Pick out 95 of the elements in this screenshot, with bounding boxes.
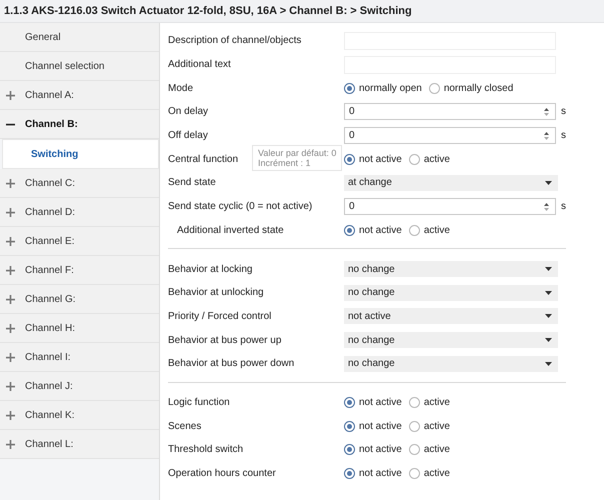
radio-option[interactable]: active xyxy=(408,396,450,408)
field-label: Threshold switch xyxy=(168,444,244,456)
expand-icon[interactable] xyxy=(6,353,15,362)
radio-option[interactable]: active xyxy=(408,444,450,456)
field-label: Send state cyclic (0 = not active) xyxy=(168,201,312,212)
radio-icon[interactable] xyxy=(408,444,420,456)
radio-option[interactable]: active xyxy=(408,224,450,236)
sidebar-item[interactable]: Channel I: xyxy=(0,343,159,372)
expand-icon[interactable] xyxy=(6,382,15,391)
radio-icon[interactable] xyxy=(408,468,420,480)
field-label: Behavior at locking xyxy=(168,264,252,275)
sidebar-item[interactable]: Channel H: xyxy=(0,314,159,343)
radio-option[interactable]: not active xyxy=(344,224,402,236)
sidebar-item[interactable]: Channel selection xyxy=(0,52,159,81)
radio-option[interactable]: not active xyxy=(344,420,402,432)
radio-option[interactable]: active xyxy=(408,468,450,480)
sidebar-item[interactable]: Channel J: xyxy=(0,372,159,401)
field-label: Off delay xyxy=(168,130,208,142)
field-label: Behavior at bus power up xyxy=(168,334,282,346)
radio-option[interactable]: normally open xyxy=(344,82,422,94)
expand-icon[interactable] xyxy=(6,266,15,275)
field-label: Behavior at bus power down xyxy=(168,358,294,370)
radio-icon[interactable] xyxy=(408,224,420,236)
spinner-icon[interactable] xyxy=(544,130,549,141)
radio-option[interactable]: not active xyxy=(344,396,402,408)
expand-icon[interactable] xyxy=(6,411,15,420)
radio-option[interactable]: active xyxy=(408,420,450,432)
field-label: Central function xyxy=(168,154,238,165)
spinner-icon[interactable] xyxy=(544,202,549,212)
caret-icon xyxy=(545,180,552,185)
radio-icon[interactable] xyxy=(344,154,355,165)
field-label: Behavior at unlocking xyxy=(168,287,264,298)
field-label: Mode xyxy=(168,82,194,94)
sidebar-item[interactable]: Channel F: xyxy=(0,256,159,285)
field-label: On delay xyxy=(168,106,208,118)
spinner-icon[interactable] xyxy=(544,106,549,117)
unit-label: s xyxy=(561,201,566,212)
sidebar-item[interactable]: General xyxy=(0,23,159,52)
number-field[interactable]: 0 xyxy=(344,198,556,216)
radio-icon[interactable] xyxy=(408,154,420,165)
field-label: Additional inverted state xyxy=(176,224,284,236)
radio-option[interactable]: active xyxy=(408,154,450,165)
field-label: Priority / Forced control xyxy=(168,310,272,322)
radio-icon[interactable] xyxy=(344,396,355,408)
sidebar-item[interactable]: Channel G: xyxy=(0,285,159,314)
dropdown[interactable]: no change xyxy=(344,284,558,301)
caret-icon xyxy=(545,362,552,366)
field-label: Additional text xyxy=(168,59,231,70)
dropdown[interactable]: no change xyxy=(344,332,558,348)
radio-icon[interactable] xyxy=(344,444,355,456)
expand-icon[interactable] xyxy=(6,324,15,333)
field-label: Send state xyxy=(168,177,216,188)
radio-icon[interactable] xyxy=(408,396,420,408)
expand-icon[interactable] xyxy=(6,208,15,217)
radio-icon[interactable] xyxy=(344,224,355,236)
sidebar-subitem[interactable]: Switching xyxy=(2,139,159,169)
sidebar-item[interactable]: Channel E: xyxy=(0,227,159,256)
field-label: Operation hours counter xyxy=(168,468,276,480)
unit-label: s xyxy=(561,106,566,118)
expand-icon[interactable] xyxy=(6,440,15,449)
radio-option[interactable]: not active xyxy=(344,154,402,165)
expand-icon[interactable] xyxy=(6,295,15,304)
number-field[interactable]: 0 xyxy=(344,103,556,120)
sidebar-item[interactable]: Channel A: xyxy=(0,81,159,110)
radio-icon[interactable] xyxy=(428,82,440,94)
sidebar-item[interactable]: Channel K: xyxy=(0,401,159,430)
dropdown[interactable]: no change xyxy=(344,261,558,278)
dropdown[interactable]: no change xyxy=(344,356,558,372)
field-label: Scenes xyxy=(168,420,202,432)
radio-icon[interactable] xyxy=(344,420,355,432)
tooltip: Valeur par défaut: 0 Incrément : 1 xyxy=(252,145,342,171)
caret-icon xyxy=(545,314,552,318)
radio-option[interactable]: not active xyxy=(344,444,402,456)
field-label: Logic function xyxy=(168,396,230,408)
caret-icon xyxy=(545,338,552,342)
radio-option[interactable]: not active xyxy=(344,468,402,480)
sidebar-item[interactable]: Channel C: xyxy=(0,169,159,198)
radio-option[interactable]: normally closed xyxy=(428,82,514,94)
page-title: 1.1.3 AKS-1216.03 Switch Actuator 12-fold, 8SU, 16A > Channel B: > Switching xyxy=(4,5,412,17)
radio-icon[interactable] xyxy=(408,420,420,432)
expand-icon[interactable] xyxy=(6,237,15,246)
radio-icon[interactable] xyxy=(344,468,355,480)
sidebar-item[interactable]: Channel L: xyxy=(0,430,159,459)
sidebar-item[interactable]: Channel B: xyxy=(0,110,159,139)
dropdown[interactable]: not active xyxy=(344,308,558,324)
expand-icon[interactable] xyxy=(6,91,15,100)
field-label: Description of channel/objects xyxy=(168,35,302,46)
unit-label: s xyxy=(561,130,566,142)
sidebar-item[interactable]: Channel D: xyxy=(0,198,159,227)
caret-icon xyxy=(545,267,552,272)
radio-icon[interactable] xyxy=(344,82,355,94)
dropdown[interactable]: at change xyxy=(344,174,558,191)
caret-icon xyxy=(545,290,552,295)
number-field[interactable]: 0 xyxy=(344,127,556,144)
expand-icon[interactable] xyxy=(6,179,15,188)
